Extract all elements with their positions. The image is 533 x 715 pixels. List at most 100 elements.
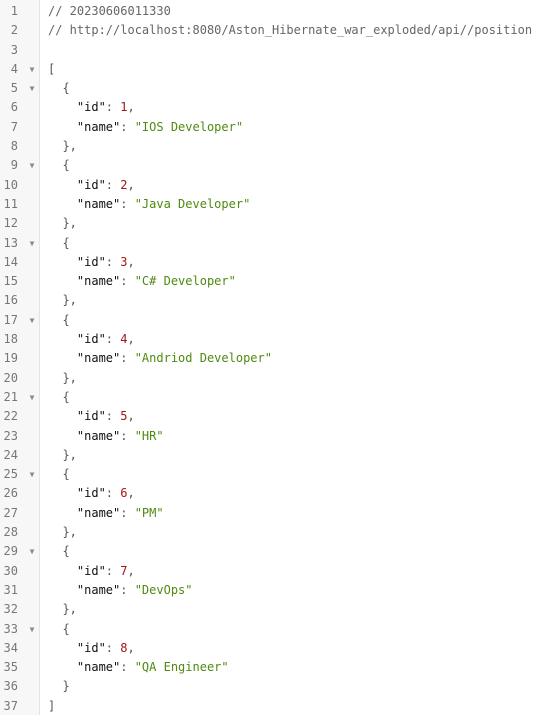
json-key: "name" (48, 582, 121, 597)
line-number: 4 (10, 61, 18, 76)
fold-toggle-icon[interactable]: ▼ (27, 465, 37, 484)
comment-text: // 20230606011330 (48, 4, 171, 18)
line-content: } (48, 677, 69, 696)
code-line: 9 ▼ { (0, 156, 533, 175)
punctuation: { (48, 389, 70, 404)
code-line: 22 "id": 5, (0, 407, 533, 426)
json-string: "PM" (134, 505, 164, 520)
code-line: 16 }, (0, 291, 533, 310)
json-key: "name" (48, 119, 121, 134)
punctuation: : (120, 428, 135, 443)
fold-toggle-icon[interactable]: ▼ (27, 542, 37, 561)
code-line: 32 }, (0, 600, 533, 619)
punctuation: : (105, 486, 121, 501)
punctuation: : (105, 332, 121, 347)
punctuation: }, (48, 293, 77, 308)
code-line: 18 "id": 4, (0, 330, 533, 349)
line-content: }, (48, 137, 77, 156)
line-number: 9 (10, 158, 18, 173)
code-line: 19 "name": "Andriod Developer" (0, 349, 533, 368)
fold-toggle-icon[interactable]: ▼ (27, 311, 37, 330)
fold-toggle-icon[interactable]: ▼ (27, 60, 37, 79)
line-number: 22 (3, 409, 18, 424)
code-lines: 1 // 20230606011330 2 // http://localhost:8… (0, 2, 533, 715)
json-string: "Andriod Developer" (134, 351, 272, 366)
punctuation: }, (48, 370, 77, 385)
line-number: 36 (3, 679, 18, 694)
line-content: { (48, 79, 69, 98)
line-content: "id": 6, (48, 484, 135, 503)
code-line: 37] (0, 697, 533, 715)
code-line: 28 }, (0, 523, 533, 542)
code-line: 8 }, (0, 137, 533, 156)
punctuation: : (105, 177, 121, 192)
comment-text: // http://localhost:8080/Aston_Hibernate… (48, 23, 533, 38)
code-line: 23 "name": "HR" (0, 427, 533, 446)
punctuation: { (48, 544, 70, 559)
json-key: "id" (48, 640, 106, 655)
punctuation: }, (48, 216, 77, 231)
punctuation: }, (48, 139, 77, 154)
line-content: }, (48, 600, 77, 619)
punctuation: , (127, 640, 135, 655)
punctuation: }, (48, 602, 77, 617)
line-number: 7 (10, 119, 18, 134)
line-content: "name": "Java Developer" (48, 195, 250, 214)
json-key: "id" (48, 563, 106, 578)
code-line: 21 ▼ { (0, 388, 533, 407)
punctuation: { (48, 312, 70, 327)
punctuation: { (48, 235, 70, 250)
json-string: "HR" (134, 428, 164, 443)
code-line: 3 (0, 41, 533, 60)
punctuation: : (120, 505, 135, 520)
code-line: 35 "name": "QA Engineer" (0, 658, 533, 677)
line-content: { (48, 465, 70, 484)
code-line: 12 }, (0, 214, 533, 233)
line-number: 17 (3, 312, 18, 327)
fold-toggle-icon[interactable]: ▼ (27, 620, 37, 639)
line-number: 5 (10, 81, 18, 96)
punctuation: : (105, 254, 121, 269)
punctuation: : (120, 351, 135, 366)
json-key: "id" (48, 332, 106, 347)
line-content: "id": 3, (48, 253, 135, 272)
punctuation: : (105, 409, 121, 424)
json-viewer: 1 // 20230606011330 2 // http://localhost:8… (0, 0, 533, 715)
line-number: 28 (3, 525, 18, 540)
line-content: }, (48, 291, 77, 310)
code-line: 13 ▼ { (0, 234, 533, 253)
line-content: [ (48, 60, 55, 79)
fold-toggle-icon[interactable]: ▼ (27, 388, 37, 407)
line-number: 34 (3, 640, 18, 655)
code-line: 14 "id": 3, (0, 253, 533, 272)
fold-toggle-icon[interactable]: ▼ (27, 79, 37, 98)
line-number: 10 (3, 177, 18, 192)
punctuation: , (127, 254, 135, 269)
line-content: "id": 5, (48, 407, 135, 426)
fold-toggle-icon[interactable]: ▼ (27, 234, 37, 253)
code-line: 34 "id": 8, (0, 639, 533, 658)
code-line: 26 "id": 6, (0, 484, 533, 503)
fold-toggle-icon[interactable]: ▼ (27, 156, 37, 175)
punctuation: : (105, 640, 121, 655)
line-number: 12 (3, 216, 18, 231)
json-string: "Java Developer" (134, 196, 251, 211)
line-number: 24 (3, 447, 18, 462)
punctuation: , (127, 409, 135, 424)
punctuation: , (127, 332, 135, 347)
json-key: "name" (48, 505, 121, 520)
code-line: 27 "name": "PM" (0, 504, 533, 523)
line-number: 2 (10, 23, 18, 38)
code-line: 36 } (0, 677, 533, 696)
line-content: // http://localhost:8080/Aston_Hibernate… (48, 21, 533, 40)
line-content: { (48, 388, 70, 407)
punctuation: { (48, 621, 70, 636)
punctuation: }, (48, 525, 77, 540)
json-string: "IOS Developer" (134, 119, 244, 134)
line-number: 26 (3, 486, 18, 501)
line-content: // 20230606011330 (48, 2, 171, 21)
code-line: 29 ▼ { (0, 542, 533, 561)
line-content: "id": 4, (48, 330, 135, 349)
line-number: 6 (10, 100, 18, 115)
punctuation: { (48, 467, 70, 482)
